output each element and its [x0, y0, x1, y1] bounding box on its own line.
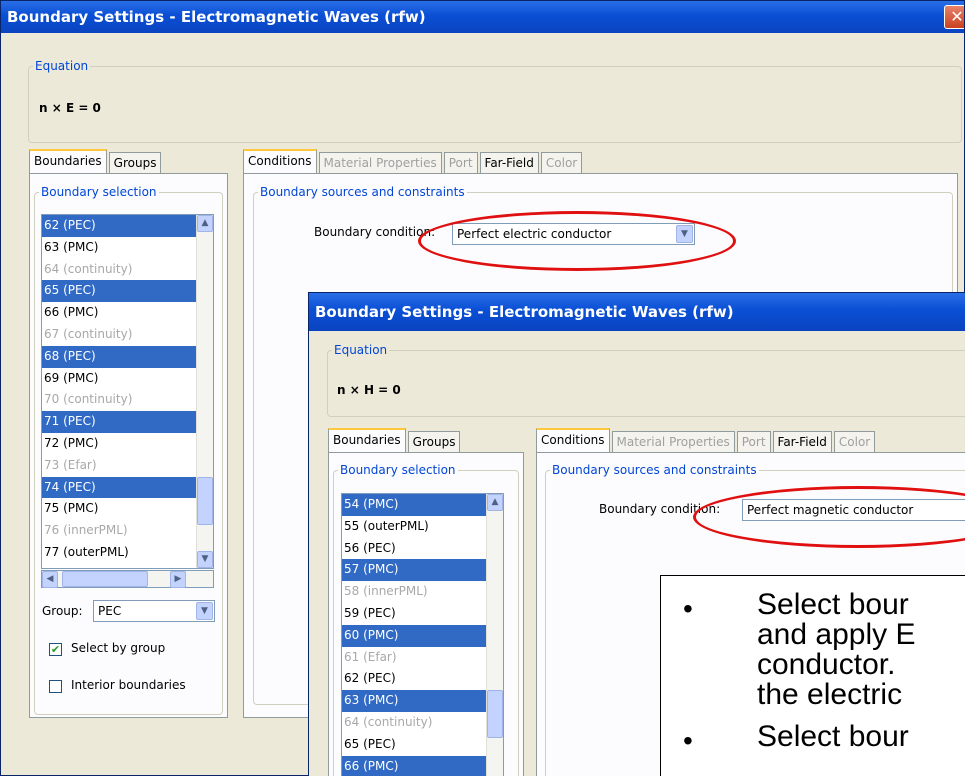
- bullet-icon: •: [683, 725, 693, 756]
- tab-boundaries[interactable]: Boundaries: [29, 149, 107, 173]
- tab-port[interactable]: Port: [736, 431, 771, 452]
- equation-group: Equation: [28, 59, 962, 143]
- equation-text: n × H = 0: [337, 383, 401, 397]
- list-item[interactable]: 58 (innerPML): [342, 581, 486, 603]
- boundary-sources-legend: Boundary sources and constraints: [260, 185, 465, 199]
- list-item[interactable]: 55 (outerPML): [342, 516, 486, 538]
- boundary-list-items: 62 (PEC) 63 (PMC) 64 (continuity) 65 (PEC) 6…: [42, 215, 196, 564]
- list-item[interactable]: 62 (PEC): [342, 668, 486, 690]
- scroll-left-icon[interactable]: ◀: [42, 571, 58, 588]
- list-vertical-scrollbar[interactable]: ▲ ▼: [196, 215, 213, 568]
- equation-legend: Equation: [35, 59, 89, 73]
- list-item[interactable]: 59 (PEC): [342, 603, 486, 625]
- list-item[interactable]: 56 (PEC): [342, 538, 486, 560]
- note-line: and apply E: [757, 618, 916, 651]
- dialog-title: Boundary Settings - Electromagnetic Wave…: [7, 8, 426, 26]
- right-tabstrip: Conditions Material Properties Port Far-…: [243, 149, 584, 173]
- tab-far-field[interactable]: Far-Field: [479, 152, 539, 173]
- list-item[interactable]: 57 (PMC): [342, 559, 486, 582]
- list-item[interactable]: 64 (continuity): [42, 259, 196, 281]
- list-item[interactable]: 68 (PEC): [42, 345, 196, 368]
- tab-far-field[interactable]: Far-Field: [772, 431, 832, 452]
- note-line: Select bour: [757, 720, 909, 753]
- select-by-group-checkbox[interactable]: ✔: [49, 643, 62, 656]
- list-item[interactable]: 54 (PMC): [342, 494, 486, 516]
- scroll-down-icon[interactable]: ▼: [197, 551, 213, 568]
- list-item[interactable]: 70 (continuity): [42, 389, 196, 411]
- scroll-right-icon[interactable]: ▶: [170, 571, 186, 588]
- list-horizontal-scrollbar[interactable]: ◀ ▶: [41, 570, 214, 588]
- list-item[interactable]: 63 (PMC): [42, 237, 196, 259]
- list-item[interactable]: 67 (continuity): [42, 324, 196, 346]
- tab-conditions[interactable]: Conditions: [243, 149, 317, 173]
- dialog-titlebar[interactable]: Boundary Settings - Electromagnetic Wave…: [309, 293, 965, 331]
- list-item[interactable]: 66 (PMC): [342, 755, 486, 776]
- list-item[interactable]: 61 (Efar): [342, 647, 486, 669]
- list-item[interactable]: 65 (PEC): [42, 280, 196, 303]
- list-item[interactable]: 60 (PMC): [342, 624, 486, 647]
- list-item[interactable]: 66 (PMC): [42, 302, 196, 324]
- tab-conditions[interactable]: Conditions: [536, 428, 610, 452]
- boundary-selection-legend: Boundary selection: [340, 463, 456, 477]
- scroll-thumb[interactable]: [487, 690, 503, 738]
- group-label: Group:: [42, 604, 83, 618]
- tab-material-properties[interactable]: Material Properties: [318, 152, 442, 173]
- note-line: conductor.: [757, 648, 896, 681]
- tab-boundaries[interactable]: Boundaries: [328, 428, 406, 452]
- boundary-condition-label: Boundary condition:: [314, 225, 436, 239]
- list-item[interactable]: 63 (PMC): [342, 690, 486, 712]
- list-item[interactable]: 71 (PEC): [42, 411, 196, 433]
- list-item[interactable]: 75 (PMC): [42, 498, 196, 520]
- slide-note-box: • Select bour and apply E conductor. the…: [660, 575, 965, 776]
- right-tabstrip: Conditions Material Properties Port Far-…: [536, 428, 877, 452]
- scroll-h-thumb[interactable]: [62, 571, 148, 587]
- scroll-up-icon[interactable]: ▲: [487, 494, 503, 511]
- list-item[interactable]: 77 (outerPML): [42, 542, 196, 564]
- boundary-selection-legend: Boundary selection: [41, 185, 157, 199]
- boundary-sources-legend: Boundary sources and constraints: [552, 463, 757, 477]
- list-item[interactable]: 74 (PEC): [42, 476, 196, 499]
- list-item[interactable]: 76 (innerPML): [42, 520, 196, 542]
- list-item[interactable]: 73 (Efar): [42, 455, 196, 477]
- tab-color[interactable]: Color: [833, 431, 876, 452]
- tab-color[interactable]: Color: [540, 152, 583, 173]
- list-item[interactable]: 69 (PMC): [42, 368, 196, 390]
- dialog-title: Boundary Settings - Electromagnetic Wave…: [315, 303, 734, 321]
- list-vertical-scrollbar[interactable]: ▲: [486, 494, 503, 776]
- tab-groups[interactable]: Groups: [407, 431, 461, 452]
- chevron-down-icon[interactable]: ▼: [196, 602, 213, 620]
- interior-boundaries-label: Interior boundaries: [71, 678, 186, 692]
- list-item[interactable]: 62 (PEC): [42, 215, 196, 237]
- tab-material-properties[interactable]: Material Properties: [611, 431, 735, 452]
- boundary-list-items: 54 (PMC) 55 (outerPML) 56 (PEC) 57 (PMC) 58 …: [342, 494, 486, 776]
- boundary-list[interactable]: 54 (PMC) 55 (outerPML) 56 (PEC) 57 (PMC) 58 …: [341, 493, 504, 776]
- select-by-group-label: Select by group: [71, 641, 166, 655]
- scroll-thumb[interactable]: [197, 477, 213, 525]
- equation-legend: Equation: [334, 343, 388, 357]
- equation-text: n × E = 0: [39, 101, 101, 115]
- bullet-icon: •: [683, 593, 693, 624]
- tab-port[interactable]: Port: [443, 152, 478, 173]
- list-item[interactable]: 72 (PMC): [42, 433, 196, 455]
- note-line: the electric: [757, 678, 903, 711]
- list-item[interactable]: 65 (PEC): [342, 734, 486, 756]
- list-item[interactable]: 64 (continuity): [342, 712, 486, 734]
- note-line: Select bour: [757, 588, 909, 621]
- tab-groups[interactable]: Groups: [108, 152, 162, 173]
- dialog-titlebar[interactable]: Boundary Settings - Electromagnetic Wave…: [1, 1, 964, 33]
- equation-group: Equation: [327, 343, 965, 417]
- group-select-value: PEC: [98, 604, 122, 618]
- interior-boundaries-checkbox[interactable]: [49, 680, 62, 693]
- scroll-up-icon[interactable]: ▲: [197, 215, 213, 232]
- highlight-ellipse: [418, 211, 736, 271]
- close-icon[interactable]: ✕: [944, 5, 964, 29]
- left-tabstrip: Boundaries Groups: [328, 428, 462, 452]
- group-select[interactable]: PEC ▼: [93, 600, 215, 622]
- boundary-list[interactable]: 62 (PEC) 63 (PMC) 64 (continuity) 65 (PEC) 6…: [41, 214, 214, 569]
- left-tabstrip: Boundaries Groups: [29, 149, 163, 173]
